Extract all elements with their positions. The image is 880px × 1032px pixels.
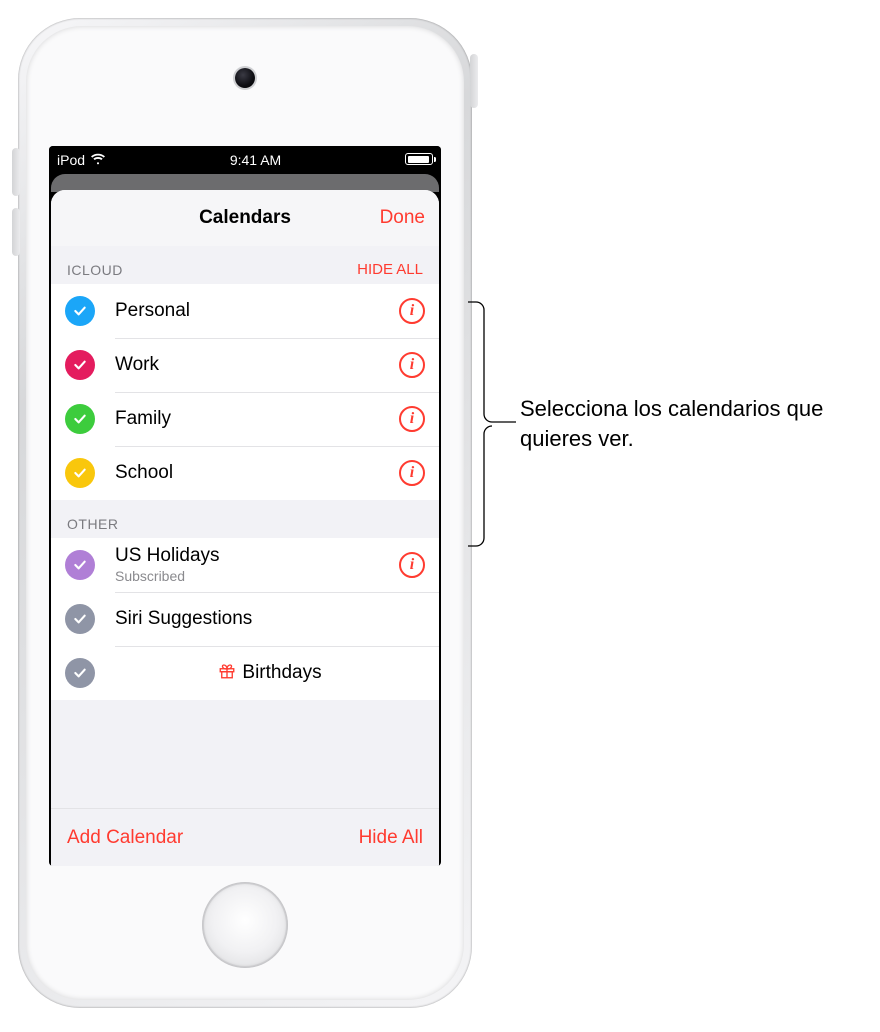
calendar-label: Work: [115, 354, 399, 377]
check-icon[interactable]: [65, 550, 95, 580]
check-icon[interactable]: [65, 350, 95, 380]
status-bar: iPod 9:41 AM: [49, 146, 441, 174]
calendar-row-school[interactable]: School i: [51, 446, 439, 500]
check-icon[interactable]: [65, 658, 95, 688]
home-button: [202, 882, 288, 968]
calendars-sheet: Calendars Done ICLOUD HIDE ALL Personal …: [51, 190, 439, 866]
volume-up-button: [12, 148, 20, 196]
list-footer-spacer: [51, 700, 439, 734]
device-inner: iPod 9:41 AM Calendars Done: [26, 26, 464, 1000]
calendar-label: Personal: [115, 300, 399, 323]
check-icon[interactable]: [65, 296, 95, 326]
info-icon[interactable]: i: [399, 552, 425, 578]
info-icon[interactable]: i: [399, 298, 425, 324]
info-icon[interactable]: i: [399, 406, 425, 432]
calendar-row-family[interactable]: Family i: [51, 392, 439, 446]
front-camera: [235, 68, 255, 88]
calendar-row-us-holidays[interactable]: US Holidays Subscribed i: [51, 538, 439, 592]
section-header-label: ICLOUD: [67, 262, 123, 278]
hide-all-icloud-button[interactable]: HIDE ALL: [357, 261, 423, 278]
screen: iPod 9:41 AM Calendars Done: [49, 146, 441, 866]
sheet-header: Calendars Done: [51, 190, 439, 246]
volume-down-button: [12, 208, 20, 256]
battery-icon: [405, 153, 433, 165]
calendar-row-birthdays[interactable]: Birthdays: [51, 646, 439, 700]
check-icon[interactable]: [65, 404, 95, 434]
check-icon[interactable]: [65, 458, 95, 488]
info-icon[interactable]: i: [399, 460, 425, 486]
status-device-label: iPod: [57, 152, 85, 168]
calendar-label: US Holidays: [115, 545, 399, 568]
gift-icon: [218, 662, 236, 685]
icloud-calendar-list: Personal i Work i Family: [51, 284, 439, 500]
calendar-label: Family: [115, 408, 399, 431]
calendar-sublabel: Subscribed: [115, 568, 399, 585]
calendar-row-work[interactable]: Work i: [51, 338, 439, 392]
ipod-device: iPod 9:41 AM Calendars Done: [18, 18, 472, 1008]
callout-bracket: [466, 300, 518, 548]
add-calendar-button[interactable]: Add Calendar: [67, 827, 183, 849]
section-header-label: OTHER: [67, 516, 119, 532]
sheet-footer: Add Calendar Hide All: [51, 808, 439, 866]
section-header-other: OTHER: [51, 500, 439, 538]
calendar-row-siri-suggestions[interactable]: Siri Suggestions: [51, 592, 439, 646]
info-icon[interactable]: i: [399, 352, 425, 378]
power-button: [470, 54, 478, 108]
section-header-icloud: ICLOUD HIDE ALL: [51, 246, 439, 284]
callout-text: Selecciona los calendarios que quieres v…: [520, 394, 860, 453]
hide-all-button[interactable]: Hide All: [359, 827, 423, 849]
calendar-label: Siri Suggestions: [115, 608, 425, 631]
other-calendar-list: US Holidays Subscribed i Siri Suggestion…: [51, 538, 439, 700]
calendar-label: School: [115, 462, 399, 485]
check-icon[interactable]: [65, 604, 95, 634]
status-time: 9:41 AM: [230, 152, 281, 168]
sheet-title: Calendars: [199, 207, 291, 229]
calendar-label: Birthdays: [242, 662, 321, 685]
done-button[interactable]: Done: [380, 190, 425, 246]
wifi-icon: [90, 151, 106, 170]
calendar-row-personal[interactable]: Personal i: [51, 284, 439, 338]
